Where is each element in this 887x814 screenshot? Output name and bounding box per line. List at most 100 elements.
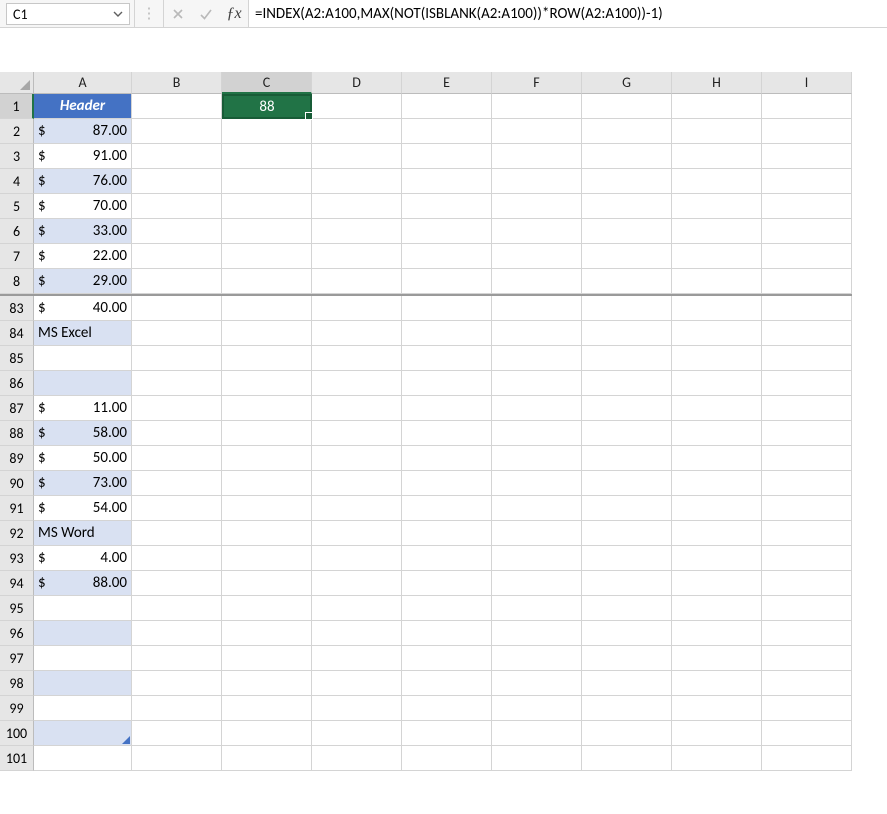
cell[interactable] (312, 471, 402, 496)
cell[interactable] (492, 746, 582, 771)
cell[interactable] (672, 746, 762, 771)
cell[interactable] (672, 244, 762, 269)
cell[interactable] (132, 119, 222, 144)
cell[interactable] (492, 521, 582, 546)
cell[interactable] (132, 244, 222, 269)
cell[interactable] (132, 219, 222, 244)
cell[interactable] (672, 269, 762, 294)
row-header[interactable]: 91 (0, 496, 34, 521)
cell[interactable] (34, 746, 132, 771)
cell[interactable] (312, 194, 402, 219)
cell[interactable] (582, 671, 672, 696)
cell[interactable] (132, 296, 222, 321)
row-header[interactable]: 88 (0, 421, 34, 446)
cell[interactable] (132, 746, 222, 771)
name-box[interactable]: C1 (6, 3, 130, 25)
cell[interactable] (34, 621, 132, 646)
cell[interactable] (672, 396, 762, 421)
cell[interactable] (492, 244, 582, 269)
spreadsheet-grid[interactable]: ABCDEFGHI1Header882$87.003$91.004$76.005… (0, 72, 887, 771)
cell[interactable] (492, 646, 582, 671)
cell[interactable]: $50.00 (34, 446, 132, 471)
cell[interactable] (402, 546, 492, 571)
cell[interactable] (402, 94, 492, 119)
cell[interactable] (132, 144, 222, 169)
cell[interactable] (312, 421, 402, 446)
cell[interactable] (402, 194, 492, 219)
cell[interactable] (402, 371, 492, 396)
cell[interactable]: $70.00 (34, 194, 132, 219)
cell[interactable] (402, 621, 492, 646)
cell[interactable] (312, 521, 402, 546)
cell[interactable] (672, 721, 762, 746)
cell[interactable] (492, 169, 582, 194)
cell[interactable] (132, 721, 222, 746)
row-header[interactable]: 6 (0, 219, 34, 244)
cell[interactable] (672, 496, 762, 521)
row-header[interactable]: 97 (0, 646, 34, 671)
cell[interactable] (402, 321, 492, 346)
row-header[interactable]: 90 (0, 471, 34, 496)
cell[interactable] (762, 471, 852, 496)
cell[interactable] (402, 521, 492, 546)
cell[interactable] (312, 646, 402, 671)
cell[interactable] (582, 596, 672, 621)
cell[interactable] (672, 446, 762, 471)
cell[interactable] (762, 721, 852, 746)
cell[interactable] (582, 269, 672, 294)
cell[interactable] (672, 421, 762, 446)
cell[interactable] (402, 144, 492, 169)
row-header[interactable]: 5 (0, 194, 34, 219)
column-header[interactable]: B (132, 72, 222, 94)
cell[interactable] (582, 696, 672, 721)
cell[interactable] (582, 496, 672, 521)
column-header[interactable]: H (672, 72, 762, 94)
cell[interactable]: $87.00 (34, 119, 132, 144)
cell[interactable] (132, 496, 222, 521)
cell[interactable] (582, 421, 672, 446)
cell[interactable]: $29.00 (34, 269, 132, 294)
cell[interactable] (402, 244, 492, 269)
cell[interactable] (762, 396, 852, 421)
cell[interactable] (132, 94, 222, 119)
cell[interactable] (492, 219, 582, 244)
row-header[interactable]: 1 (0, 94, 34, 119)
cell[interactable] (222, 421, 312, 446)
cell[interactable] (132, 596, 222, 621)
cell[interactable] (492, 194, 582, 219)
row-header[interactable]: 95 (0, 596, 34, 621)
cell[interactable] (132, 169, 222, 194)
cell[interactable] (34, 721, 132, 746)
cell[interactable] (34, 696, 132, 721)
cell[interactable] (312, 144, 402, 169)
cell[interactable]: $91.00 (34, 144, 132, 169)
cell[interactable] (312, 94, 402, 119)
cell[interactable] (222, 696, 312, 721)
cell[interactable] (582, 471, 672, 496)
cell[interactable] (222, 244, 312, 269)
cell[interactable] (222, 296, 312, 321)
cell[interactable] (222, 219, 312, 244)
cell[interactable] (222, 396, 312, 421)
cell[interactable] (402, 396, 492, 421)
cell[interactable] (582, 646, 672, 671)
cell[interactable] (582, 346, 672, 371)
cell[interactable] (582, 219, 672, 244)
cell[interactable] (762, 169, 852, 194)
cell[interactable] (672, 169, 762, 194)
column-header[interactable]: A (34, 72, 132, 94)
cancel-icon[interactable] (164, 0, 192, 27)
cell[interactable]: $88.00 (34, 571, 132, 596)
cell[interactable] (762, 496, 852, 521)
cell[interactable] (132, 521, 222, 546)
row-header[interactable]: 3 (0, 144, 34, 169)
cell[interactable] (312, 244, 402, 269)
cell[interactable] (492, 421, 582, 446)
cell[interactable] (312, 371, 402, 396)
cell[interactable] (34, 346, 132, 371)
cell[interactable] (672, 94, 762, 119)
cell[interactable] (132, 446, 222, 471)
cell[interactable] (492, 596, 582, 621)
cell[interactable]: $40.00 (34, 296, 132, 321)
cell[interactable] (312, 169, 402, 194)
